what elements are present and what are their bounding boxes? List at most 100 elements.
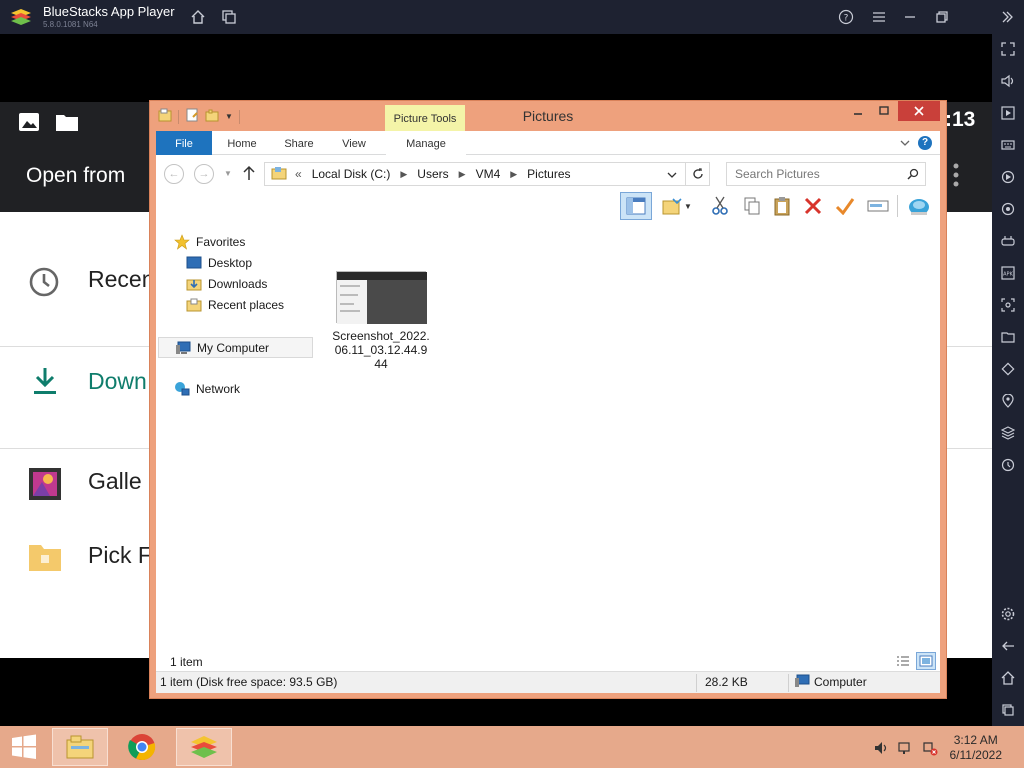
help-icon[interactable]: ? [835,6,857,28]
network-globe-icon[interactable] [907,194,931,218]
restore-icon[interactable] [931,6,953,28]
gallery-icon [28,467,62,504]
action-center-icon[interactable] [922,740,938,756]
window-title: Pictures [522,108,574,124]
chevron-down-icon[interactable] [900,137,910,151]
search-icon[interactable] [907,168,919,183]
nav-my-computer[interactable]: My Computer [158,337,313,358]
android-clock: :13 [945,108,976,131]
volume-icon[interactable] [998,71,1018,91]
macro-icon[interactable] [998,167,1018,187]
taskbar-bluestacks[interactable] [176,728,232,766]
folder-icon[interactable] [55,112,79,135]
breadcrumb-users[interactable]: Users [417,167,448,181]
large-icons-view-icon[interactable] [916,652,936,670]
folder-options-icon[interactable] [660,194,684,218]
delete-icon[interactable] [801,194,825,218]
breadcrumb-vm4[interactable]: VM4 [476,167,501,181]
tab-manage[interactable]: Manage [386,131,466,155]
paste-icon[interactable] [770,194,794,218]
home-icon[interactable] [998,668,1018,688]
fullscreen-icon[interactable] [998,39,1018,59]
computer-icon [175,341,191,355]
tab-file[interactable]: File [156,131,212,155]
nav-label: Desktop [208,256,253,270]
breadcrumb-overflow[interactable]: « [295,167,302,181]
breadcrumb-separator[interactable]: ▶ [400,169,407,180]
tab-view[interactable]: View [330,131,378,155]
nav-label: Network [196,382,241,396]
svg-text:APK: APK [1003,272,1013,278]
menu-icon[interactable] [868,6,890,28]
close-button[interactable] [898,101,940,121]
tab-home[interactable]: Home [216,131,268,155]
recent-apps-icon[interactable] [998,700,1018,720]
rotate-icon[interactable] [998,359,1018,379]
help-icon[interactable]: ? [918,136,932,150]
keyboard-icon[interactable] [998,135,1018,155]
taskbar-chrome[interactable] [114,728,170,766]
volume-icon[interactable] [874,740,890,756]
computer-icon [794,674,810,691]
nav-desktop[interactable]: Desktop [186,256,252,270]
rename-icon[interactable] [866,194,890,218]
up-button[interactable] [242,165,256,184]
navigation-bar: ← → ▼ « Local Disk (C:) ▶ Users ▶ VM4 ▶ … [156,155,940,191]
refresh-icon[interactable] [685,163,709,185]
back-button[interactable]: ← [164,164,184,184]
cut-icon[interactable] [708,194,732,218]
chevron-down-icon[interactable]: ▼ [682,194,694,218]
forward-button[interactable]: → [194,164,214,184]
source-item-label: Pick F [88,542,152,568]
media-manager-icon[interactable] [998,103,1018,123]
chevron-down-icon[interactable] [667,169,677,183]
start-button[interactable] [0,728,48,766]
preview-pane-button[interactable] [620,192,652,220]
navigation-pane: Favorites Desktop Downloads Recent place… [156,221,326,651]
collapse-sidebar-icon[interactable] [995,6,1017,28]
layers-icon[interactable] [998,423,1018,443]
disk-info: 1 item (Disk free space: 93.5 GB) [160,675,338,689]
address-bar[interactable]: « Local Disk (C:) ▶ Users ▶ VM4 ▶ Pictur… [264,162,710,186]
divider [788,674,789,692]
image-icon[interactable] [18,112,40,135]
breadcrumb-separator[interactable]: ▶ [459,169,466,180]
folder-icon[interactable] [998,327,1018,347]
explorer-body: File Home Share View Manage ? ← → ▼ « Lo… [156,131,940,693]
details-view-icon[interactable] [894,653,912,669]
taskbar-file-explorer[interactable] [52,728,108,766]
recent-locations-icon[interactable]: ▼ [224,169,232,178]
location-icon[interactable] [998,391,1018,411]
breadcrumb-local-disk[interactable]: Local Disk (C:) [312,167,391,181]
home-icon[interactable] [187,6,209,28]
search-input[interactable]: Search Pictures [726,162,926,186]
tab-share[interactable]: Share [274,131,324,155]
nav-favorites[interactable]: Favorites [174,234,245,250]
nav-network[interactable]: Network [174,382,240,396]
network-status-icon[interactable] [898,740,914,756]
settings-icon[interactable] [998,604,1018,624]
status-bar: 1 item (Disk free space: 93.5 GB) 28.2 K… [156,671,940,693]
record-icon[interactable] [998,199,1018,219]
taskbar: 3:12 AM 6/11/2022 [0,726,1024,768]
eco-mode-icon[interactable] [998,455,1018,475]
nav-recent-places[interactable]: Recent places [186,298,284,312]
breadcrumb-separator[interactable]: ▶ [510,169,517,180]
copy-icon[interactable] [740,194,764,218]
apk-install-icon[interactable]: APK [998,263,1018,283]
back-icon[interactable] [998,636,1018,656]
nav-label: Downloads [208,277,268,291]
nav-downloads[interactable]: Downloads [186,277,267,291]
screenshot-icon[interactable] [998,295,1018,315]
multi-instance-icon[interactable] [218,6,240,28]
system-clock[interactable]: 3:12 AM 6/11/2022 [950,733,1003,763]
minimize-button[interactable] [844,101,872,121]
breadcrumb-pictures[interactable]: Pictures [527,167,570,181]
explorer-titlebar[interactable]: ▼ Picture Tools Pictures [150,101,946,131]
maximize-button[interactable] [870,101,898,121]
more-options-icon[interactable] [952,162,960,191]
downloads-folder-icon [186,277,202,291]
checkmark-icon[interactable] [833,194,857,218]
minimize-icon[interactable] [899,6,921,28]
gamepad-icon[interactable] [998,231,1018,251]
